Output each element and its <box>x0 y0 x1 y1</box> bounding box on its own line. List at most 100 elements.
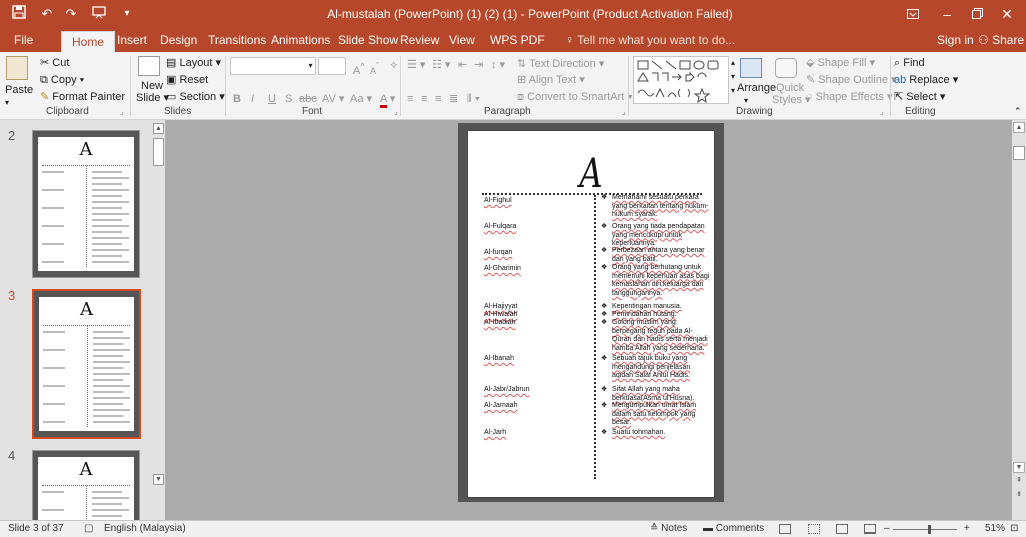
scrollbar-thumb[interactable] <box>1013 146 1025 160</box>
zoom-out-button[interactable]: – <box>884 523 890 534</box>
convert-smartart-button[interactable]: ⧈ Convert to SmartArt ▾ <box>517 90 633 104</box>
tell-me-search[interactable]: ♀ Tell me what you want to do... <box>565 28 735 52</box>
tab-animations[interactable]: Animations <box>271 28 330 52</box>
save-icon[interactable] <box>8 5 30 23</box>
slideshow-from-start-icon[interactable] <box>88 5 110 23</box>
fit-to-window-icon[interactable]: ⊡ <box>1010 523 1018 534</box>
align-right-button[interactable]: ≡ <box>435 92 441 106</box>
glossary-term[interactable]: Al-Jarh <box>484 429 506 436</box>
shapes-scroll-up-icon[interactable]: ▴ <box>731 56 735 70</box>
close-button[interactable]: ✕ <box>992 4 1022 24</box>
scroll-down-icon[interactable]: ▼ <box>1013 462 1025 473</box>
copy-button[interactable]: ⧉ Copy ▾ <box>40 73 84 87</box>
share-button[interactable]: ⚇ Share <box>978 28 1024 52</box>
language-indicator[interactable]: English (Malaysia) <box>104 523 186 534</box>
font-size-combo[interactable] <box>318 57 346 75</box>
glossary-definition[interactable]: ❖ Suatu tohmahan. <box>601 429 711 438</box>
font-expander-icon[interactable]: ⌟ <box>394 107 398 116</box>
glossary-definition[interactable]: ❖ Perbezaan antara yang benar dan yang ba… <box>601 247 711 264</box>
align-text-button[interactable]: ⊞ Align Text ▾ <box>517 73 585 87</box>
text-direction-button[interactable]: ⇅ Text Direction ▾ <box>517 57 604 71</box>
redo-icon[interactable]: ↷ <box>60 5 82 23</box>
zoom-slider[interactable] <box>893 529 957 530</box>
shrink-font-icon[interactable]: Aˇ <box>370 59 379 78</box>
numbering-button[interactable]: ☷ ▾ <box>432 58 450 72</box>
normal-view-icon[interactable] <box>779 524 791 534</box>
tab-slide-show[interactable]: Slide Show <box>338 28 398 52</box>
glossary-definition[interactable]: ❖ Sifat Allah yang maha berkuasa(Asma ul'… <box>601 386 711 403</box>
font-name-combo[interactable] <box>230 57 308 75</box>
undo-icon[interactable]: ↶ <box>36 5 58 23</box>
glossary-term[interactable]: Al-Hiwalah <box>484 311 517 318</box>
reset-button[interactable]: ▣ Reset <box>166 73 208 87</box>
spell-check-icon[interactable]: ▢ <box>84 523 93 534</box>
comments-button[interactable]: ▬ Comments <box>703 523 764 534</box>
glossary-term[interactable]: Al-Hajiyyat <box>484 303 517 310</box>
layout-button[interactable]: ▤ Layout ▾ <box>166 56 221 70</box>
glossary-term[interactable]: Al-Ibanah <box>484 355 514 362</box>
quick-styles-label-2[interactable]: Styles ▾ <box>772 93 811 107</box>
font-color-button[interactable]: A ▾ <box>380 92 395 108</box>
scroll-up-icon[interactable]: ▲ <box>153 123 164 134</box>
shape-fill-button[interactable]: ⬙ Shape Fill ▾ <box>806 56 875 70</box>
clear-formatting-icon[interactable]: ⟡ <box>390 58 397 72</box>
quick-styles-icon[interactable] <box>775 58 797 78</box>
slide-thumbnail-3[interactable]: A <box>32 289 141 439</box>
glossary-definition[interactable]: ❖ Orang yang tiada pendapatan yang mencuk… <box>601 223 711 249</box>
tab-insert[interactable]: Insert <box>117 28 147 52</box>
columns-button[interactable]: ⫴ ▾ <box>467 92 480 106</box>
tab-transitions[interactable]: Transitions <box>208 28 266 52</box>
glossary-definition[interactable]: ❖ Golong muslim yang berpegang teguh pada… <box>601 319 711 353</box>
zoom-slider-thumb[interactable] <box>928 525 931 534</box>
line-spacing-button[interactable]: ↕ ▾ <box>491 58 505 72</box>
shape-outline-button[interactable]: ✎ Shape Outline ▾ <box>806 73 897 87</box>
glossary-term[interactable]: Al-Fulqara <box>484 223 516 230</box>
previous-slide-icon[interactable]: ⇞ <box>1013 476 1025 487</box>
slide-thumbnail-4[interactable]: A <box>32 450 140 530</box>
ribbon-display-options-icon[interactable] <box>898 4 928 24</box>
drawing-expander-icon[interactable]: ⌟ <box>880 107 884 116</box>
scroll-down-icon[interactable]: ▼ <box>153 474 164 485</box>
glossary-term[interactable]: Al-Ibadiah <box>484 319 516 326</box>
slide-heading[interactable]: A <box>493 151 690 197</box>
grow-font-icon[interactable]: A^ <box>353 59 365 78</box>
sign-in-link[interactable]: Sign in <box>937 28 974 52</box>
font-name-dropdown-icon[interactable]: ▾ <box>306 57 316 75</box>
clipboard-expander-icon[interactable]: ⌟ <box>120 107 124 116</box>
strikethrough-button[interactable]: abc <box>299 92 317 106</box>
customize-qat-icon[interactable]: ▾ <box>116 5 138 23</box>
glossary-term[interactable]: Al-Jabr/Jabrun <box>484 386 530 393</box>
align-center-button[interactable]: ≡ <box>421 92 427 106</box>
scrollbar-thumb[interactable] <box>153 138 164 166</box>
notes-button[interactable]: ≙ Notes <box>650 523 687 534</box>
slide-sorter-icon[interactable] <box>808 524 820 534</box>
slideshow-icon[interactable] <box>864 524 876 534</box>
new-slide-label-2[interactable]: Slide ▾ <box>136 91 169 105</box>
shape-effects-button[interactable]: ◌ Shape Effects ▾ <box>806 90 892 104</box>
current-slide[interactable]: A Al-Fighul ❖ Memahami sesuatu perkara yan… <box>468 131 714 497</box>
shapes-scroll-down-icon[interactable]: ▾ <box>731 70 735 84</box>
glossary-term[interactable]: Al-Jamaah <box>484 402 517 409</box>
decrease-indent-button[interactable]: ⇤ <box>458 58 467 72</box>
cut-button[interactable]: ✂ Cut <box>40 56 69 70</box>
find-button[interactable]: ⌕ Find <box>894 56 925 70</box>
paste-button[interactable]: Paste <box>5 83 33 97</box>
paragraph-expander-icon[interactable]: ⌟ <box>622 107 626 116</box>
tab-review[interactable]: Review <box>400 28 439 52</box>
italic-button[interactable]: I <box>251 92 254 106</box>
arrange-icon[interactable] <box>740 58 762 78</box>
tab-wps-pdf[interactable]: WPS PDF <box>490 28 545 52</box>
glossary-term[interactable]: Al-furqan <box>484 249 512 256</box>
tab-home[interactable]: Home <box>61 31 116 52</box>
glossary-definition[interactable]: ❖ Orang yang berhutang untuk memenuhi kep… <box>601 264 711 298</box>
new-slide-icon[interactable] <box>138 56 160 76</box>
slide-thumbnail-2[interactable]: A <box>32 130 140 278</box>
collapse-ribbon-icon[interactable]: ⌃ <box>1014 104 1022 118</box>
minimize-button[interactable]: – <box>932 4 962 24</box>
restore-button[interactable] <box>962 4 992 24</box>
next-slide-icon[interactable]: ⇟ <box>1013 490 1025 501</box>
glossary-definition[interactable]: ❖ Memahami sesuatu perkara yang berkaitan… <box>601 194 711 220</box>
glossary-term[interactable]: Al-Fighul <box>484 197 512 204</box>
paste-dropdown-icon[interactable]: ▾ <box>5 96 9 110</box>
reading-view-icon[interactable] <box>836 524 848 534</box>
